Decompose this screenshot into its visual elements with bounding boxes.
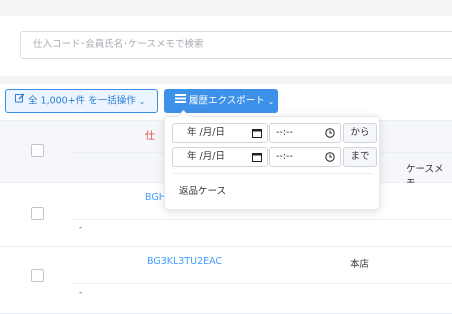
clock-icon	[325, 124, 335, 142]
chevron-down-icon: ⌄	[138, 96, 146, 106]
search-input[interactable]: 仕入コード･会員氏名･ケースメモで検索	[20, 31, 452, 59]
row-checkbox[interactable]	[31, 207, 44, 220]
purchase-code-link[interactable]: BGH	[145, 192, 166, 203]
to-time-text: --:--	[276, 151, 293, 162]
bulk-action-label: 全 1,000+件 を一括操作	[28, 95, 136, 107]
toolbar: 全 1,000+件 を一括操作 ⌄ 履歴エクスポート ⌄	[0, 84, 452, 120]
chevron-down-icon: ⌄	[267, 96, 275, 106]
bulk-action-button[interactable]: 全 1,000+件 を一括操作 ⌄	[5, 89, 158, 113]
calendar-icon	[252, 148, 262, 166]
case-memo-value: -	[79, 223, 83, 233]
export-dropdown-menu: 年 /月/日 --:-- から 年 /月/日 --:-- まで 返品ケース	[164, 116, 380, 210]
from-time-input[interactable]: --:--	[269, 123, 341, 143]
row-divider	[70, 283, 452, 284]
header-title-partial: 仕	[145, 131, 155, 142]
from-date-input[interactable]: 年 /月/日	[172, 123, 268, 143]
table-row: BG3KL3TU2EAC 本店 -	[0, 247, 452, 314]
select-all-checkbox[interactable]	[31, 144, 44, 157]
edit-icon	[15, 90, 25, 112]
export-history-button[interactable]: 履歴エクスポート ⌄	[164, 89, 278, 113]
section-gap	[0, 76, 452, 84]
row-divider	[70, 219, 452, 220]
menu-divider	[173, 173, 373, 174]
from-time-text: --:--	[276, 127, 293, 138]
store-name: 本店	[350, 259, 370, 270]
to-label-button[interactable]: まで	[343, 147, 377, 167]
list-icon	[175, 89, 186, 113]
clock-icon	[325, 148, 335, 166]
to-time-input[interactable]: --:--	[269, 147, 341, 167]
top-background	[0, 0, 452, 16]
to-date-text: 年 /月/日	[187, 151, 225, 162]
case-memo-value: -	[79, 288, 83, 298]
purchase-code-link[interactable]: BG3KL3TU2EAC	[147, 256, 222, 267]
export-history-label: 履歴エクスポート	[189, 95, 265, 107]
from-label-button[interactable]: から	[343, 123, 377, 143]
menu-item-return-case[interactable]: 返品ケース	[179, 183, 226, 197]
from-date-text: 年 /月/日	[187, 127, 225, 138]
to-date-input[interactable]: 年 /月/日	[172, 147, 268, 167]
calendar-icon	[252, 124, 262, 142]
row-checkbox[interactable]	[31, 269, 44, 282]
search-panel: 仕入コード･会員氏名･ケースメモで検索	[0, 16, 452, 76]
